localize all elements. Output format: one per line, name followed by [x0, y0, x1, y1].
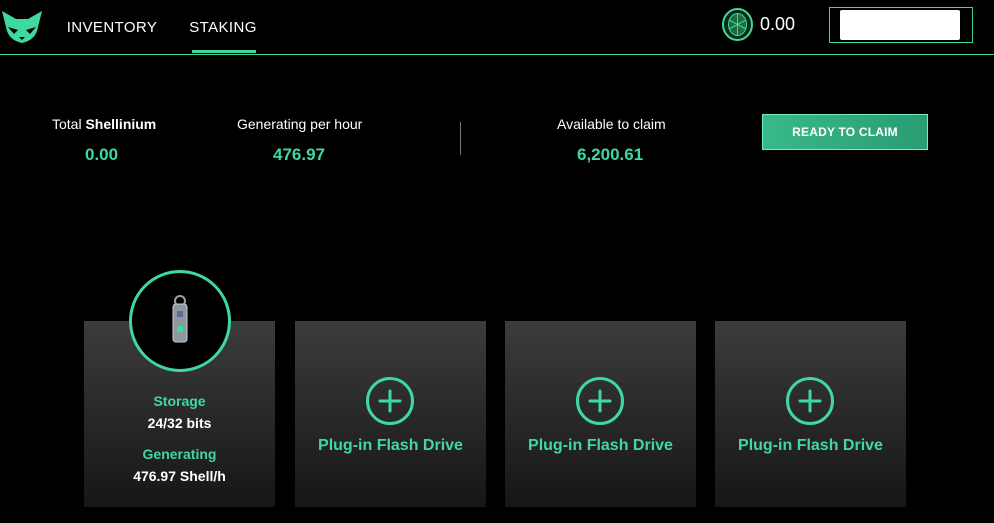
available-to-claim-label: Available to claim — [557, 116, 666, 132]
tab-staking[interactable]: STAKING — [189, 0, 257, 54]
flash-drive-icon — [172, 295, 188, 343]
plug-in-flash-drive-slot-3[interactable]: Plug-in Flash Drive — [715, 321, 906, 507]
tab-inventory[interactable]: INVENTORY — [66, 0, 158, 54]
wallet-address-button[interactable] — [829, 7, 973, 43]
generating-per-hour-value: 476.97 — [273, 145, 325, 164]
stats-divider — [460, 122, 461, 155]
generating-value: 476.97 Shell/h — [133, 468, 226, 484]
plug-in-flash-drive-slot-2[interactable]: Plug-in Flash Drive — [505, 321, 696, 507]
plus-circle-icon[interactable] — [785, 376, 835, 426]
generating-label: Generating — [142, 446, 217, 462]
storage-value: 24/32 bits — [147, 415, 212, 431]
turtle-shell-coin-icon — [722, 8, 753, 41]
plug-in-flash-drive-label: Plug-in Flash Drive — [318, 437, 463, 454]
available-to-claim-value: 6,200.61 — [577, 145, 644, 164]
plug-in-flash-drive-slot-1[interactable]: Plug-in Flash Drive — [295, 321, 486, 507]
plug-in-flash-drive-label: Plug-in Flash Drive — [738, 437, 883, 454]
top-nav-bar: INVENTORY STAKING 0.00 — [0, 0, 994, 55]
ready-to-claim-button[interactable]: READY TO CLAIM — [762, 114, 928, 150]
tab-staking-label: STAKING — [189, 18, 257, 36]
plug-in-flash-drive-label: Plug-in Flash Drive — [528, 437, 673, 454]
total-shellinium-value: 0.00 — [85, 145, 119, 164]
balance-value: 0.00 — [760, 14, 796, 34]
plus-circle-icon[interactable] — [575, 376, 625, 426]
active-tab-indicator — [192, 50, 256, 53]
wallet-address-redacted — [840, 10, 960, 40]
plus-circle-icon[interactable] — [365, 376, 415, 426]
flash-drive-slot-circle[interactable] — [129, 270, 231, 372]
total-shellinium-label: Total Shellinium — [52, 116, 157, 132]
tab-inventory-label: INVENTORY — [66, 18, 158, 36]
storage-label: Storage — [153, 393, 206, 409]
generating-per-hour-label: Generating per hour — [237, 116, 363, 132]
cat-face-logo-icon[interactable] — [0, 8, 44, 46]
